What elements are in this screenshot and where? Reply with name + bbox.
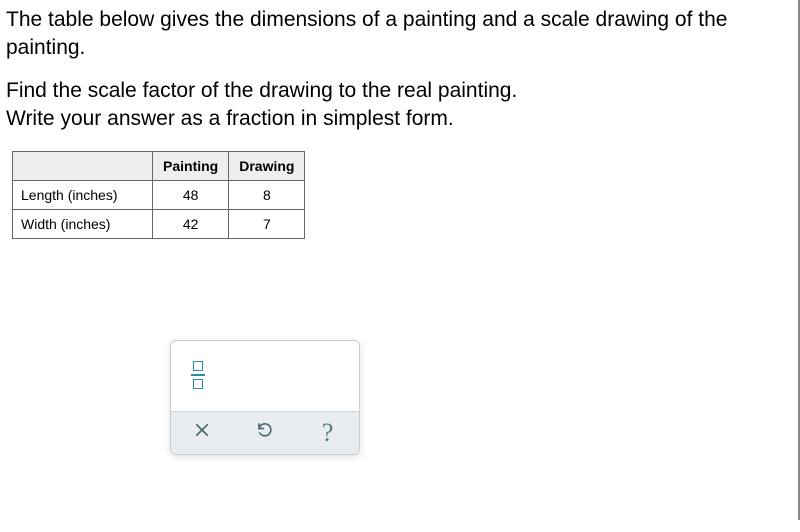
table-row: Length (inches) 48 8 bbox=[13, 181, 305, 210]
answer-toolbar: ? bbox=[171, 411, 359, 454]
cell-length-painting: 48 bbox=[153, 181, 229, 210]
problem-container: The table below gives the dimensions of … bbox=[0, 0, 800, 520]
clear-button[interactable] bbox=[171, 412, 234, 454]
fraction-bar-icon bbox=[191, 374, 205, 376]
clear-icon bbox=[193, 421, 211, 445]
col-header-painting: Painting bbox=[153, 152, 229, 181]
problem-task: Find the scale factor of the drawing to … bbox=[6, 77, 786, 134]
undo-icon bbox=[256, 421, 274, 445]
dimensions-table: Painting Drawing Length (inches) 48 8 Wi… bbox=[12, 151, 305, 239]
fraction-template-button[interactable] bbox=[185, 355, 211, 395]
table-row: Width (inches) 42 7 bbox=[13, 210, 305, 239]
cell-length-drawing: 8 bbox=[229, 181, 305, 210]
answer-input-area[interactable] bbox=[171, 341, 359, 411]
answer-panel: ? bbox=[170, 340, 360, 455]
task-line-2: Write your answer as a fraction in simpl… bbox=[6, 107, 454, 130]
undo-button[interactable] bbox=[234, 412, 297, 454]
row-label-width: Width (inches) bbox=[13, 210, 153, 239]
help-button[interactable]: ? bbox=[296, 412, 359, 454]
table-corner bbox=[13, 152, 153, 181]
help-icon: ? bbox=[322, 418, 334, 448]
fraction-numerator-box-icon bbox=[193, 361, 203, 371]
cell-width-painting: 42 bbox=[153, 210, 229, 239]
col-header-drawing: Drawing bbox=[229, 152, 305, 181]
cell-width-drawing: 7 bbox=[229, 210, 305, 239]
problem-intro: The table below gives the dimensions of … bbox=[6, 6, 786, 63]
fraction-denominator-box-icon bbox=[193, 379, 203, 389]
row-label-length: Length (inches) bbox=[13, 181, 153, 210]
task-line-1: Find the scale factor of the drawing to … bbox=[6, 79, 517, 102]
